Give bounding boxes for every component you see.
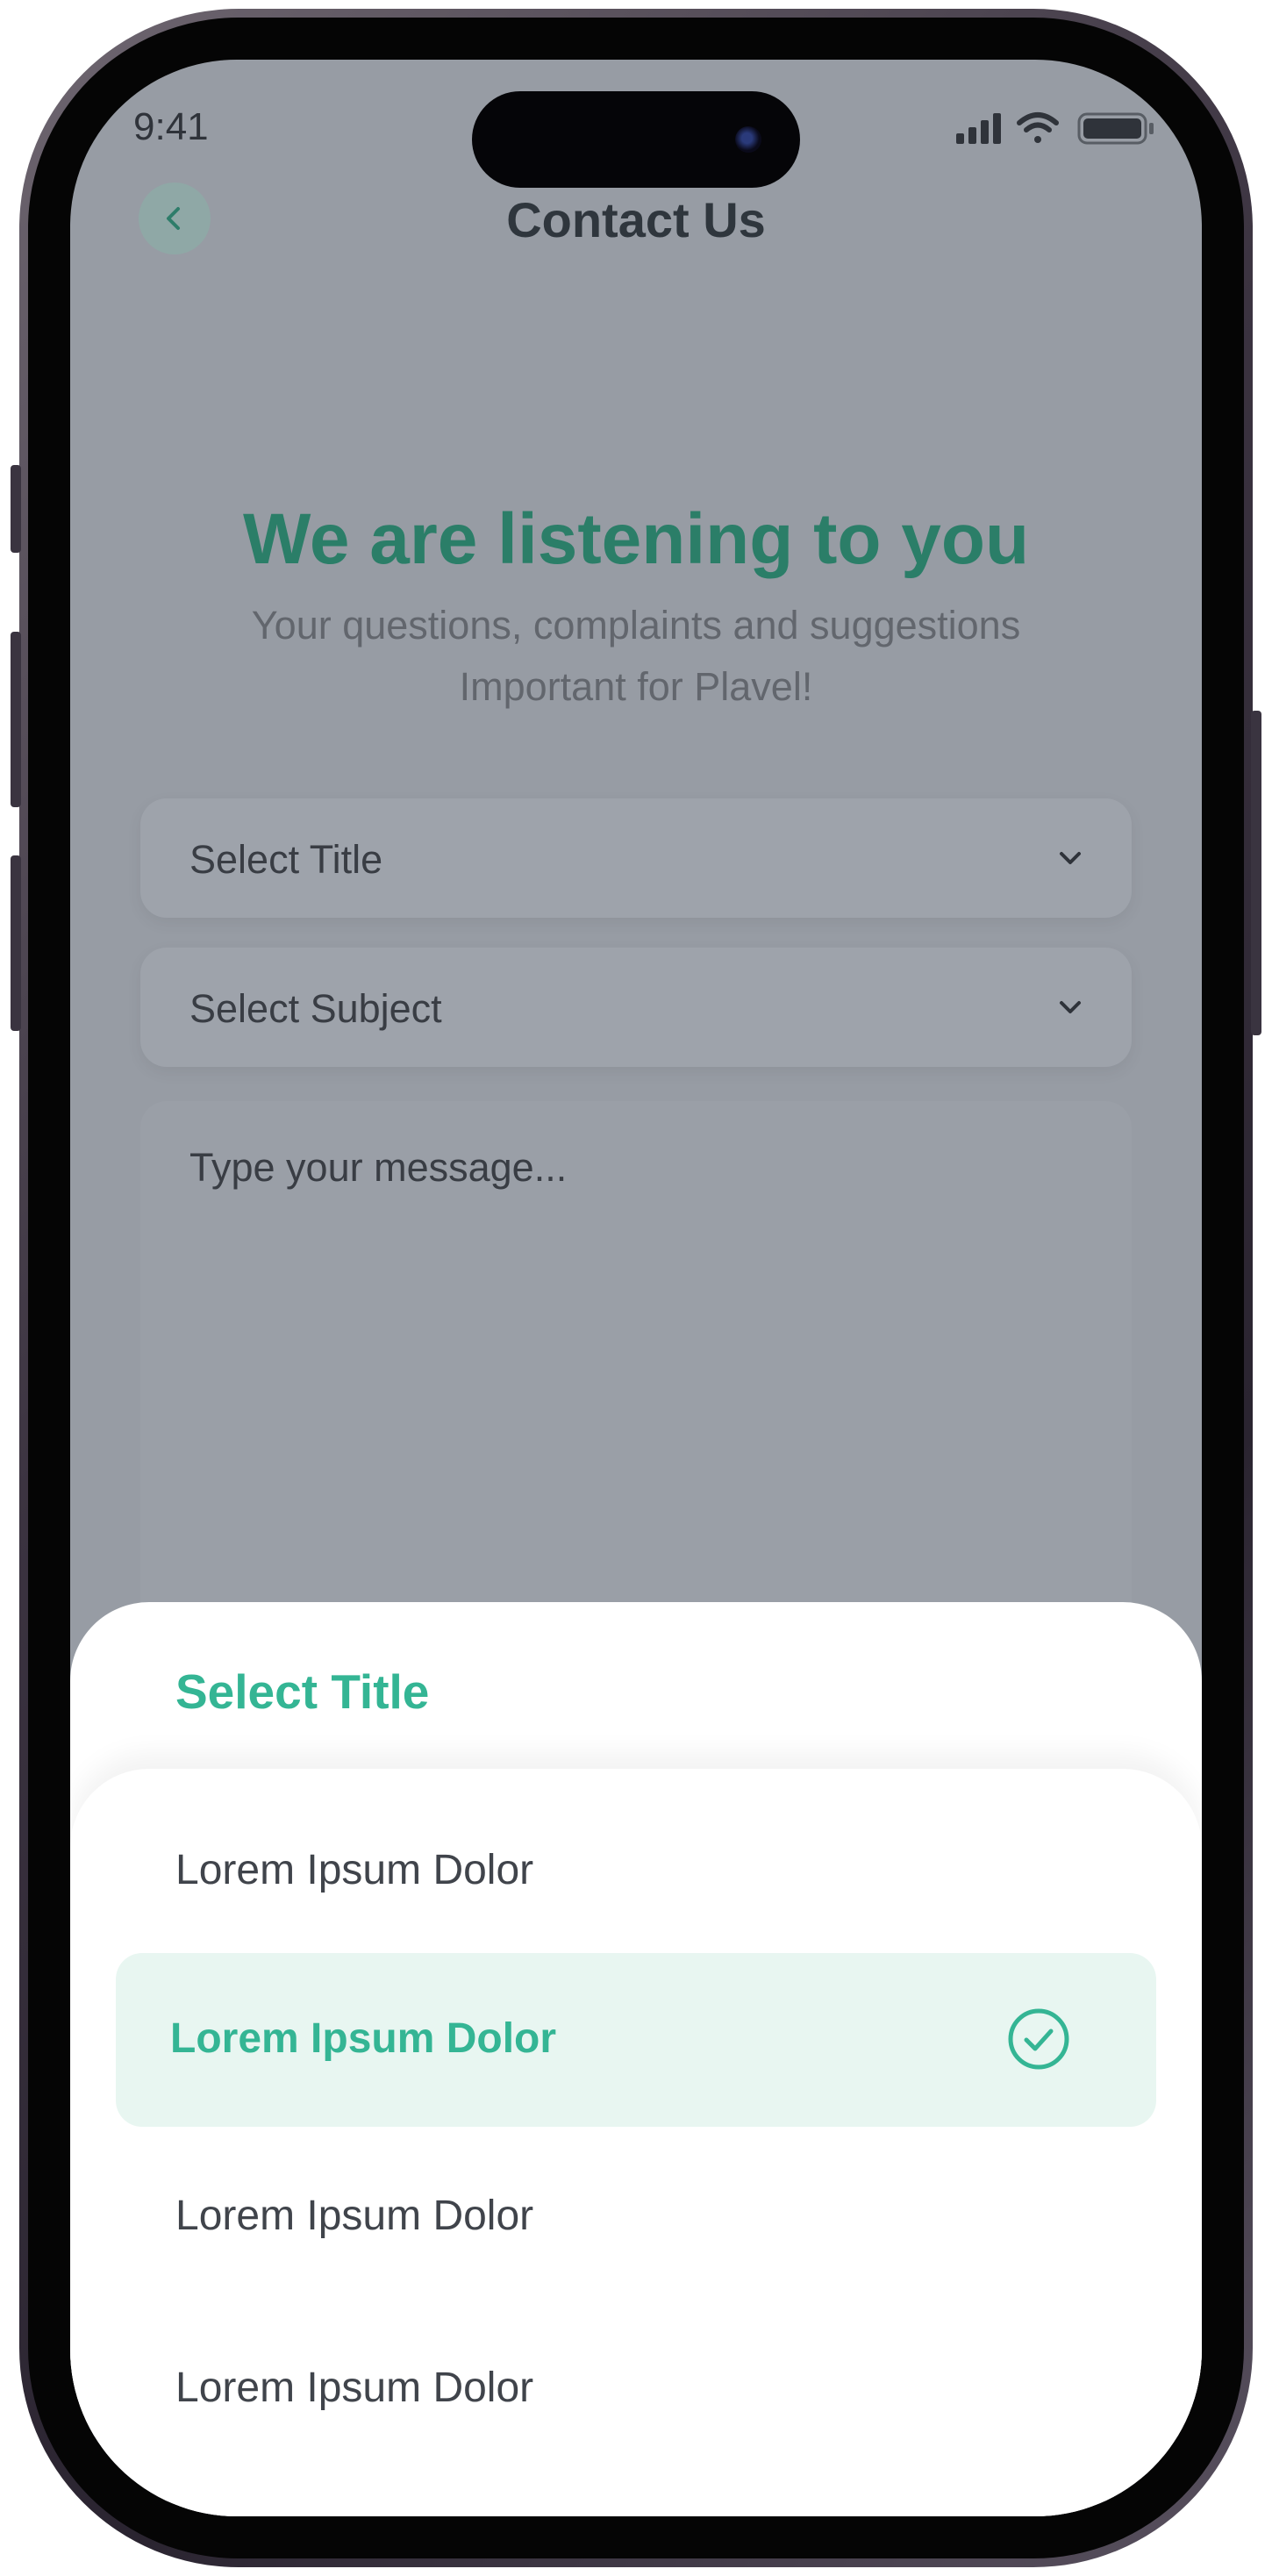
subject-select[interactable]: Select Subject xyxy=(140,948,1132,1067)
battery-icon xyxy=(1077,112,1154,145)
volume-up-button xyxy=(11,632,21,807)
page-title: Contact Us xyxy=(506,192,766,247)
option-item[interactable]: Lorem Ipsum Dolor xyxy=(175,1846,533,1894)
option-item[interactable]: Lorem Ipsum Dolor xyxy=(175,2364,533,2412)
volume-down-button xyxy=(11,855,21,1031)
message-placeholder: Type your message... xyxy=(189,1145,568,1190)
subject-select-label: Select Subject xyxy=(189,986,442,1031)
chevron-down-icon xyxy=(1060,852,1081,864)
hero-subtitle-line1: Your questions, complaints and suggestio… xyxy=(251,603,1021,648)
screen: 9:41 Contact Us We are listening to you … xyxy=(70,60,1202,2516)
title-select-label: Select Title xyxy=(189,837,383,882)
option-item-label: Lorem Ipsum Dolor xyxy=(170,2015,557,2062)
sheet-title: Select Title xyxy=(175,1664,430,1719)
camera-icon xyxy=(735,126,761,153)
select-title-sheet: Select Title Lorem Ipsum Dolor Lorem Ips… xyxy=(70,1602,1202,2516)
power-button xyxy=(1251,711,1261,1035)
hero-subtitle: Your questions, complaints and suggestio… xyxy=(123,595,1149,718)
option-item-selected[interactable]: Lorem Ipsum Dolor xyxy=(116,1953,1156,2127)
status-time: 9:41 xyxy=(133,105,209,148)
title-select[interactable]: Select Title xyxy=(140,798,1132,918)
dynamic-island xyxy=(472,91,800,188)
hero-title: We are listening to you xyxy=(242,499,1030,579)
check-circle-icon xyxy=(1008,2008,1069,2070)
status-icons xyxy=(956,112,1154,145)
wifi-icon xyxy=(1017,112,1059,143)
signal-icon xyxy=(956,113,1001,144)
option-list: Lorem Ipsum Dolor Lorem Ipsum Dolor Lore… xyxy=(70,1769,1202,2516)
option-item[interactable]: Lorem Ipsum Dolor xyxy=(175,2192,533,2240)
hero-subtitle-line2: Important for Plavel! xyxy=(459,664,813,709)
chevron-down-icon xyxy=(1060,1001,1081,1013)
silent-switch xyxy=(11,465,21,553)
